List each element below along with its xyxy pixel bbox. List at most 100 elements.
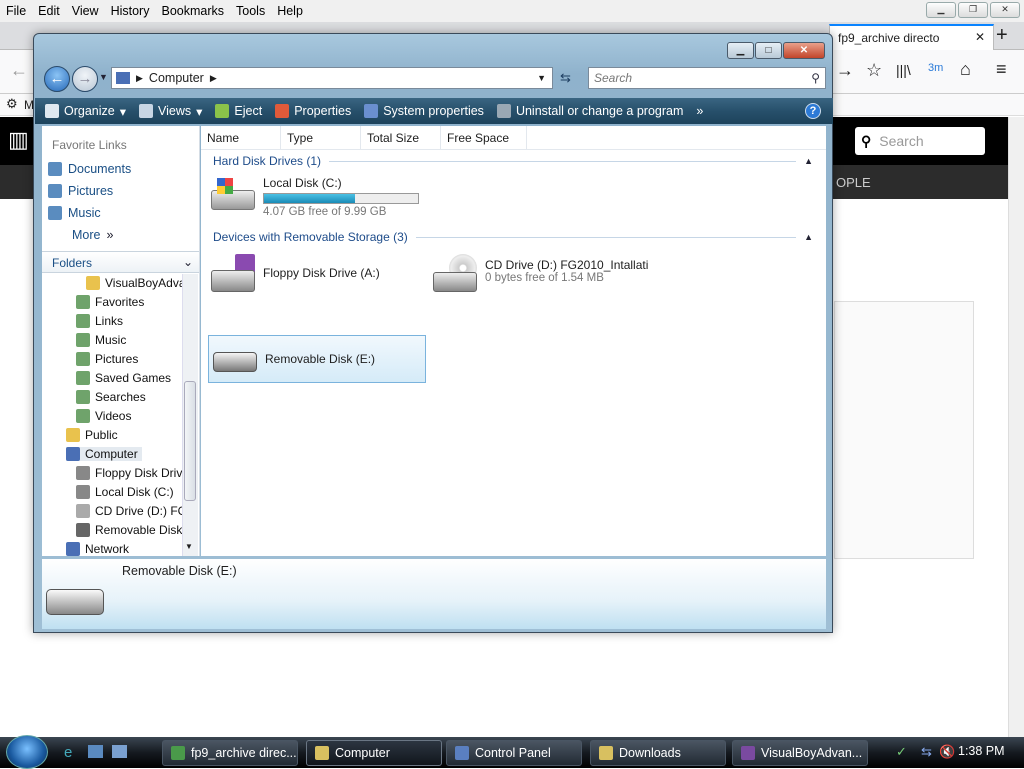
connection-tray-icon[interactable]: ⇆ bbox=[921, 744, 932, 760]
taskbar-button[interactable]: Control Panel bbox=[446, 740, 582, 766]
search-placeholder: Search bbox=[594, 71, 633, 85]
search-icon[interactable]: ⚲ bbox=[811, 71, 820, 85]
scroll-down-arrow-icon[interactable]: ▼ bbox=[185, 542, 193, 551]
site-nav-item[interactable]: OPLE bbox=[836, 175, 871, 190]
folder-icon bbox=[76, 390, 90, 404]
help-icon[interactable]: ? bbox=[805, 103, 821, 119]
drive-cd-d[interactable]: CD Drive (D:) FG2010_Intallati 0 bytes f… bbox=[431, 254, 648, 294]
menu-history[interactable]: History bbox=[105, 4, 156, 18]
forward-button[interactable]: → bbox=[72, 66, 98, 92]
minimize-button[interactable]: ▁ bbox=[926, 2, 956, 18]
menu-view[interactable]: View bbox=[66, 4, 105, 18]
folders-header[interactable]: Folders ⌄ bbox=[42, 251, 199, 273]
recent-pages-dropdown-icon[interactable]: ▼ bbox=[99, 72, 108, 82]
clock[interactable]: 1:38 PM bbox=[958, 744, 1005, 758]
back-arrow-icon[interactable]: ← bbox=[10, 60, 28, 81]
maximize-button[interactable]: □ bbox=[755, 42, 782, 59]
tree-item-label: Floppy Disk Drive bbox=[95, 466, 190, 480]
close-button[interactable]: ✕ bbox=[783, 42, 825, 59]
refresh-icon[interactable]: ⇆ bbox=[560, 70, 571, 86]
app-icon bbox=[599, 746, 613, 760]
new-tab-icon[interactable]: + bbox=[996, 24, 1008, 47]
menu-help[interactable]: Help bbox=[271, 4, 309, 18]
show-desktop-icon[interactable] bbox=[88, 745, 103, 758]
drive-floppy-a[interactable]: Floppy Disk Drive (A:) bbox=[209, 254, 380, 294]
breadcrumb-arrow-icon[interactable]: ▶ bbox=[136, 73, 143, 84]
breadcrumb-arrow-icon[interactable]: ▶ bbox=[210, 73, 217, 84]
extension-icon[interactable]: 3m bbox=[928, 62, 943, 74]
network-tray-icon[interactable]: ✓ bbox=[896, 744, 907, 760]
favorite-documents[interactable]: Documents bbox=[48, 162, 131, 176]
menu-edit[interactable]: Edit bbox=[32, 4, 66, 18]
site-logo-icon[interactable]: ▥ bbox=[8, 127, 29, 153]
tree-item[interactable]: Public bbox=[66, 428, 196, 442]
site-search-input[interactable]: ⚲ Search bbox=[855, 127, 985, 155]
pictures-icon bbox=[48, 184, 62, 198]
search-input[interactable]: Search ⚲ bbox=[588, 67, 826, 89]
volume-muted-icon[interactable]: 🔇 bbox=[939, 744, 955, 760]
group-removable-storage[interactable]: Devices with Removable Storage (3) ▲ bbox=[213, 230, 813, 244]
breadcrumb-computer[interactable]: Computer bbox=[149, 71, 204, 85]
back-button[interactable]: ← bbox=[44, 66, 70, 92]
properties-button[interactable]: Properties bbox=[275, 104, 351, 118]
drive-name: Local Disk (C:) bbox=[263, 176, 342, 190]
close-button[interactable]: ✕ bbox=[990, 2, 1020, 18]
library-icon[interactable]: |||\ bbox=[896, 62, 911, 78]
menu-tools[interactable]: Tools bbox=[230, 4, 271, 18]
app-icon bbox=[171, 746, 185, 760]
group-hard-disk-drives[interactable]: Hard Disk Drives (1) ▲ bbox=[213, 154, 813, 168]
menu-file[interactable]: File bbox=[0, 4, 32, 18]
taskbar-button[interactable]: fp9_archive direc... bbox=[162, 740, 298, 766]
drive-removable-e[interactable]: Removable Disk (E:) bbox=[208, 335, 426, 383]
gear-icon[interactable]: ⚙ bbox=[6, 96, 18, 112]
folder-icon bbox=[76, 352, 90, 366]
organize-button[interactable]: Organize ▾ bbox=[45, 104, 126, 119]
address-bar[interactable]: ▶ Computer ▶ ▼ bbox=[111, 67, 553, 89]
tree-item[interactable]: Computer bbox=[66, 447, 142, 461]
tree-item-label: Removable Disk bbox=[95, 523, 183, 537]
uninstall-program-button[interactable]: Uninstall or change a program bbox=[496, 104, 683, 118]
column-free-space[interactable]: Free Space bbox=[441, 126, 527, 149]
tab-fp9-archive[interactable]: fp9_archive directo ✕ bbox=[829, 24, 994, 50]
start-button[interactable] bbox=[6, 735, 48, 769]
column-total-size[interactable]: Total Size bbox=[361, 126, 441, 149]
site-content-box bbox=[834, 301, 974, 559]
folder-icon bbox=[76, 504, 90, 518]
close-icon[interactable]: ✕ bbox=[975, 30, 985, 44]
restore-button[interactable]: ❐ bbox=[958, 2, 988, 18]
switch-windows-icon[interactable] bbox=[112, 745, 127, 758]
address-dropdown-icon[interactable]: ▼ bbox=[537, 73, 546, 83]
forward-arrow-icon[interactable]: → bbox=[836, 60, 854, 81]
collapse-icon[interactable]: ▲ bbox=[804, 232, 813, 242]
ie-icon[interactable]: e bbox=[64, 744, 72, 761]
menu-bookmarks[interactable]: Bookmarks bbox=[155, 4, 230, 18]
taskbar-button[interactable]: Computer bbox=[306, 740, 442, 766]
menu-icon[interactable]: ≡ bbox=[996, 59, 1007, 80]
views-button[interactable]: Views ▾ bbox=[139, 104, 202, 119]
taskbar-button[interactable]: Downloads bbox=[590, 740, 726, 766]
folder-icon bbox=[86, 276, 100, 290]
chevron-down-icon[interactable]: ⌄ bbox=[183, 255, 193, 269]
eject-button[interactable]: Eject bbox=[215, 104, 262, 118]
favorite-pictures[interactable]: Pictures bbox=[48, 184, 113, 198]
tree-item-label: Saved Games bbox=[95, 371, 172, 385]
more-link[interactable]: More » bbox=[72, 228, 113, 242]
system-properties-button[interactable]: System properties bbox=[364, 104, 484, 118]
column-name[interactable]: Name bbox=[201, 126, 281, 149]
taskbar-button[interactable]: VisualBoyAdvan... bbox=[732, 740, 868, 766]
page-scrollbar[interactable] bbox=[1008, 117, 1024, 737]
column-type[interactable]: Type bbox=[281, 126, 361, 149]
drive-local-disk-c[interactable]: Local Disk (C:) 4.07 GB free of 9.99 GB bbox=[209, 176, 419, 218]
star-icon[interactable]: ☆ bbox=[866, 60, 882, 81]
home-icon[interactable]: ⌂ bbox=[960, 59, 971, 80]
taskbar-button-label: Downloads bbox=[619, 746, 681, 760]
tree-item-label: Network bbox=[85, 542, 130, 556]
tree-scrollbar-thumb[interactable] bbox=[184, 381, 196, 501]
address-row: ← → ▼ ▶ Computer ▶ ▼ ⇆ Search ⚲ bbox=[42, 65, 826, 93]
collapse-icon[interactable]: ▲ bbox=[804, 156, 813, 166]
minimize-button[interactable]: ▁ bbox=[727, 42, 754, 59]
more-commands-button[interactable]: » bbox=[696, 104, 703, 118]
favorite-music[interactable]: Music bbox=[48, 206, 101, 220]
explorer-window: ▁ □ ✕ ← → ▼ ▶ Computer ▶ ▼ ⇆ Search ⚲ Or… bbox=[33, 33, 833, 633]
tree-item[interactable]: Network bbox=[66, 542, 196, 556]
